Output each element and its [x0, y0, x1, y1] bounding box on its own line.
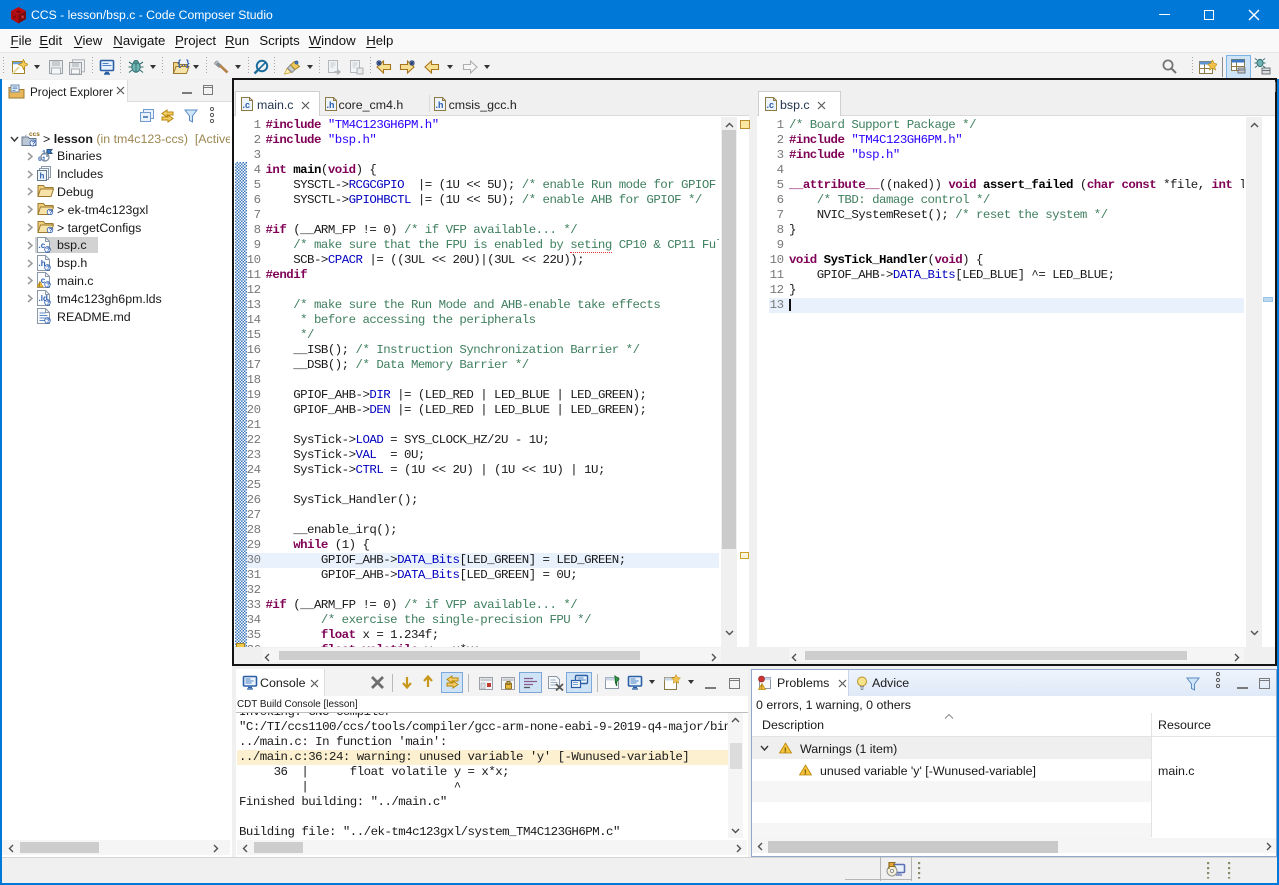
- svg-text:?: ?: [46, 247, 50, 253]
- svg-text:?: ?: [49, 227, 53, 233]
- svg-text:?: ?: [31, 140, 35, 147]
- svg-text:h: h: [40, 171, 45, 180]
- svg-text:?: ?: [46, 318, 50, 324]
- svg-text:!: !: [804, 767, 807, 776]
- svg-text:ccs: ccs: [29, 131, 40, 138]
- svg-text:?: ?: [46, 264, 50, 270]
- svg-text:.h: .h: [326, 100, 334, 110]
- svg-text:.h: .h: [435, 100, 443, 110]
- svg-text:{..}: {..}: [178, 58, 191, 68]
- svg-text:.c: .c: [766, 100, 774, 110]
- svg-text:.c: .c: [243, 100, 251, 110]
- svg-text:!: !: [784, 745, 787, 754]
- svg-text:?: ?: [46, 300, 50, 306]
- svg-text:?: ?: [46, 282, 50, 288]
- svg-text:?: ?: [49, 209, 53, 215]
